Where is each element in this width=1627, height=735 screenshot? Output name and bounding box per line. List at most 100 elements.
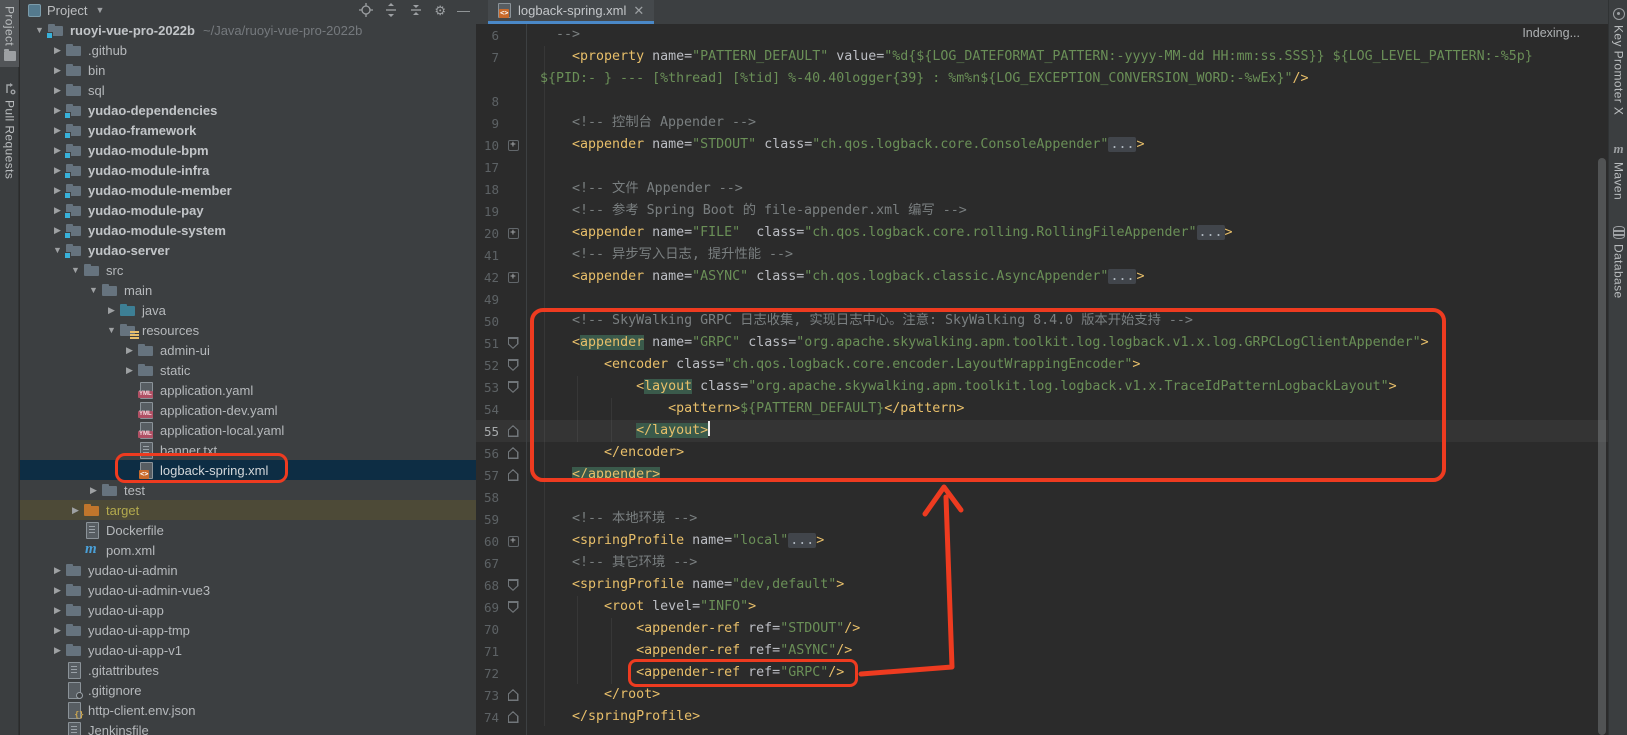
collapse-all-icon[interactable]	[409, 3, 423, 17]
tree-item-yudao-module-bpm[interactable]: ▶yudao-module-bpm	[20, 140, 476, 160]
tree-item-yudao-module-system[interactable]: ▶yudao-module-system	[20, 220, 476, 240]
tree-chevron-icon[interactable]: ▶	[122, 365, 137, 376]
gutter-fold[interactable]	[502, 447, 524, 459]
tree-item-test[interactable]: ▶test	[20, 480, 476, 500]
code-line-72[interactable]: 72 <appender-ref ref="GRPC"/>	[476, 662, 1608, 684]
code-line-9[interactable]: 9 <!-- 控制台 Appender -->	[476, 112, 1608, 134]
code-line-57[interactable]: 57 </appender>	[476, 464, 1608, 486]
tree-chevron-icon[interactable]: ▶	[50, 605, 65, 616]
tree-item-yudao-server[interactable]: ▼yudao-server	[20, 240, 476, 260]
tree-chevron-icon[interactable]: ▼	[32, 25, 47, 35]
code-line-59[interactable]: 59 <!-- 本地环境 -->	[476, 508, 1608, 530]
tree-item-jenkinsfile[interactable]: Jenkinsfile	[20, 720, 476, 735]
tree-chevron-icon[interactable]: ▶	[50, 645, 65, 656]
code-line-70[interactable]: 70 <appender-ref ref="STDOUT"/>	[476, 618, 1608, 640]
editor-tab-logback-spring[interactable]: <> logback-spring.xml ✕	[488, 0, 654, 24]
code-line-68[interactable]: 68 <springProfile name="dev,default">	[476, 574, 1608, 596]
tree-chevron-icon[interactable]: ▶	[50, 105, 65, 116]
code-line-53[interactable]: 53 <layout class="org.apache.skywalking.…	[476, 376, 1608, 398]
close-tab-icon[interactable]: ✕	[633, 4, 644, 17]
code-line-7[interactable]: 7 <property name="PATTERN_DEFAULT" value…	[476, 46, 1608, 68]
tree-item-target[interactable]: ▶target	[20, 500, 476, 520]
code-line-52[interactable]: 52 <encoder class="ch.qos.logback.core.e…	[476, 354, 1608, 376]
code-line-60[interactable]: 60+ <springProfile name="local"...>	[476, 530, 1608, 552]
code-line-54[interactable]: 54 <pattern>${PATTERN_DEFAULT}</pattern>	[476, 398, 1608, 420]
code-line-51[interactable]: 51 <appender name="GRPC" class="org.apac…	[476, 332, 1608, 354]
code-line-wrap[interactable]: ${PID:- } --- [%thread] [%tid] %-40.40lo…	[476, 68, 1608, 90]
tree-item-pom-xml[interactable]: pom.xml	[20, 540, 476, 560]
tree-chevron-icon[interactable]: ▶	[50, 625, 65, 636]
tree-item-logback-spring-xml[interactable]: <>logback-spring.xml	[20, 460, 476, 480]
code-line-71[interactable]: 71 <appender-ref ref="ASYNC"/>	[476, 640, 1608, 662]
tree-chevron-icon[interactable]: ▶	[68, 505, 83, 516]
tree-item-dockerfile[interactable]: Dockerfile	[20, 520, 476, 540]
code-line-55[interactable]: 55 </layout>	[476, 420, 1608, 442]
gutter-fold[interactable]	[502, 579, 524, 591]
tree-chevron-icon[interactable]: ▼	[50, 245, 65, 255]
code-line-49[interactable]: 49	[476, 288, 1608, 310]
settings-gear-icon[interactable]: ⚙	[434, 4, 446, 17]
code-line-19[interactable]: 19 <!-- 参考 Spring Boot 的 file-appender.x…	[476, 200, 1608, 222]
tree-item--gitignore[interactable]: .gitignore	[20, 680, 476, 700]
expand-all-icon[interactable]	[384, 3, 398, 17]
gutter-fold[interactable]	[502, 425, 524, 437]
tree-chevron-icon[interactable]: ▶	[50, 585, 65, 596]
tree-item-main[interactable]: ▼main	[20, 280, 476, 300]
gutter-fold[interactable]	[502, 601, 524, 613]
tree-item-application-dev-yaml[interactable]: YMLapplication-dev.yaml	[20, 400, 476, 420]
chevron-down-icon[interactable]: ▼	[95, 5, 104, 15]
tree-item-yudao-ui-app-v1[interactable]: ▶yudao-ui-app-v1	[20, 640, 476, 660]
tree-item-application-local-yaml[interactable]: YMLapplication-local.yaml	[20, 420, 476, 440]
tool-button-maven[interactable]: m Maven	[1609, 135, 1627, 206]
tool-button-project[interactable]: Project	[0, 0, 19, 67]
tool-button-key-promoter[interactable]: Key Promoter X	[1609, 2, 1627, 121]
tree-item-yudao-ui-admin-vue3[interactable]: ▶yudao-ui-admin-vue3	[20, 580, 476, 600]
tree-chevron-icon[interactable]: ▶	[50, 125, 65, 136]
tree-item-admin-ui[interactable]: ▶admin-ui	[20, 340, 476, 360]
tree-item-ruoyi-vue-pro-2022b[interactable]: ▼ruoyi-vue-pro-2022b~/Java/ruoyi-vue-pro…	[20, 20, 476, 40]
tree-chevron-icon[interactable]: ▼	[104, 325, 119, 335]
code-line-10[interactable]: 10+ <appender name="STDOUT" class="ch.qo…	[476, 134, 1608, 156]
gutter-fold[interactable]: +	[502, 140, 524, 151]
tree-chevron-icon[interactable]: ▼	[86, 285, 101, 295]
tree-item-yudao-ui-app-tmp[interactable]: ▶yudao-ui-app-tmp	[20, 620, 476, 640]
gutter-fold[interactable]: +	[502, 272, 524, 283]
code-line-50[interactable]: 50 <!-- SkyWalking GRPC 日志收集, 实现日志中心。注意:…	[476, 310, 1608, 332]
tree-chevron-icon[interactable]: ▶	[50, 65, 65, 76]
tree-item--gitattributes[interactable]: .gitattributes	[20, 660, 476, 680]
tree-item--github[interactable]: ▶.github	[20, 40, 476, 60]
tree-item-yudao-ui-app[interactable]: ▶yudao-ui-app	[20, 600, 476, 620]
code-line-41[interactable]: 41 <!-- 异步写入日志, 提升性能 -->	[476, 244, 1608, 266]
code-line-20[interactable]: 20+ <appender name="FILE" class="ch.qos.…	[476, 222, 1608, 244]
tree-item-yudao-framework[interactable]: ▶yudao-framework	[20, 120, 476, 140]
project-panel-title[interactable]: Project	[47, 3, 87, 18]
tree-chevron-icon[interactable]: ▼	[68, 265, 83, 275]
tree-item-yudao-module-pay[interactable]: ▶yudao-module-pay	[20, 200, 476, 220]
tree-item-yudao-module-infra[interactable]: ▶yudao-module-infra	[20, 160, 476, 180]
code-viewport[interactable]: 6 -->7 <property name="PATTERN_DEFAULT" …	[476, 24, 1608, 728]
code-line-42[interactable]: 42+ <appender name="ASYNC" class="ch.qos…	[476, 266, 1608, 288]
code-line-73[interactable]: 73 </root>	[476, 684, 1608, 706]
tree-chevron-icon[interactable]: ▶	[50, 165, 65, 176]
hide-panel-icon[interactable]: —	[457, 4, 470, 17]
code-line-8[interactable]: 8	[476, 90, 1608, 112]
tree-chevron-icon[interactable]: ▶	[50, 85, 65, 96]
tree-chevron-icon[interactable]: ▶	[104, 305, 119, 316]
gutter-fold[interactable]	[502, 359, 524, 371]
tree-item-static[interactable]: ▶static	[20, 360, 476, 380]
tool-button-pull-requests[interactable]: Pull Requests	[0, 77, 19, 185]
tree-chevron-icon[interactable]: ▶	[50, 225, 65, 236]
tree-item-yudao-module-member[interactable]: ▶yudao-module-member	[20, 180, 476, 200]
code-line-56[interactable]: 56 </encoder>	[476, 442, 1608, 464]
tree-item-src[interactable]: ▼src	[20, 260, 476, 280]
tree-chevron-icon[interactable]: ▶	[50, 205, 65, 216]
tree-item-yudao-ui-admin[interactable]: ▶yudao-ui-admin	[20, 560, 476, 580]
tree-item-http-client-env-json[interactable]: {}http-client.env.json	[20, 700, 476, 720]
code-line-17[interactable]: 17	[476, 156, 1608, 178]
tree-chevron-icon[interactable]: ▶	[50, 45, 65, 56]
tree-chevron-icon[interactable]: ▶	[50, 565, 65, 576]
tree-chevron-icon[interactable]: ▶	[50, 145, 65, 156]
tool-button-database[interactable]: Database	[1609, 220, 1627, 305]
tree-chevron-icon[interactable]: ▶	[50, 185, 65, 196]
code-line-74[interactable]: 74 </springProfile>	[476, 706, 1608, 728]
